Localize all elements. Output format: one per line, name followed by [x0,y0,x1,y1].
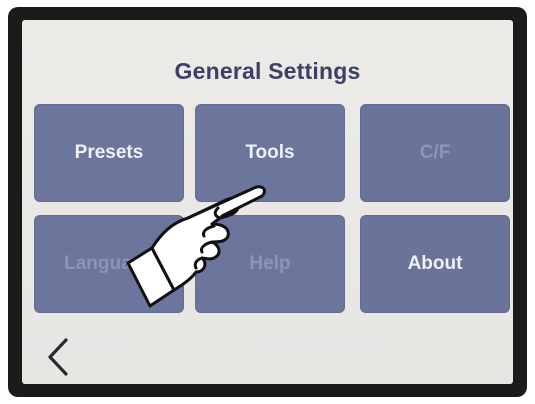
cf-label: C/F [419,142,451,163]
cf-button[interactable]: C/F [360,104,510,202]
pointing-hand-icon [126,185,266,308]
page-title: General Settings [174,58,361,84]
about-label: About [407,253,463,274]
touch-screen: General Settings Presets Tools C/F Langu… [22,20,513,384]
about-button[interactable]: About [360,215,510,313]
chevron-left-icon[interactable] [42,336,74,378]
